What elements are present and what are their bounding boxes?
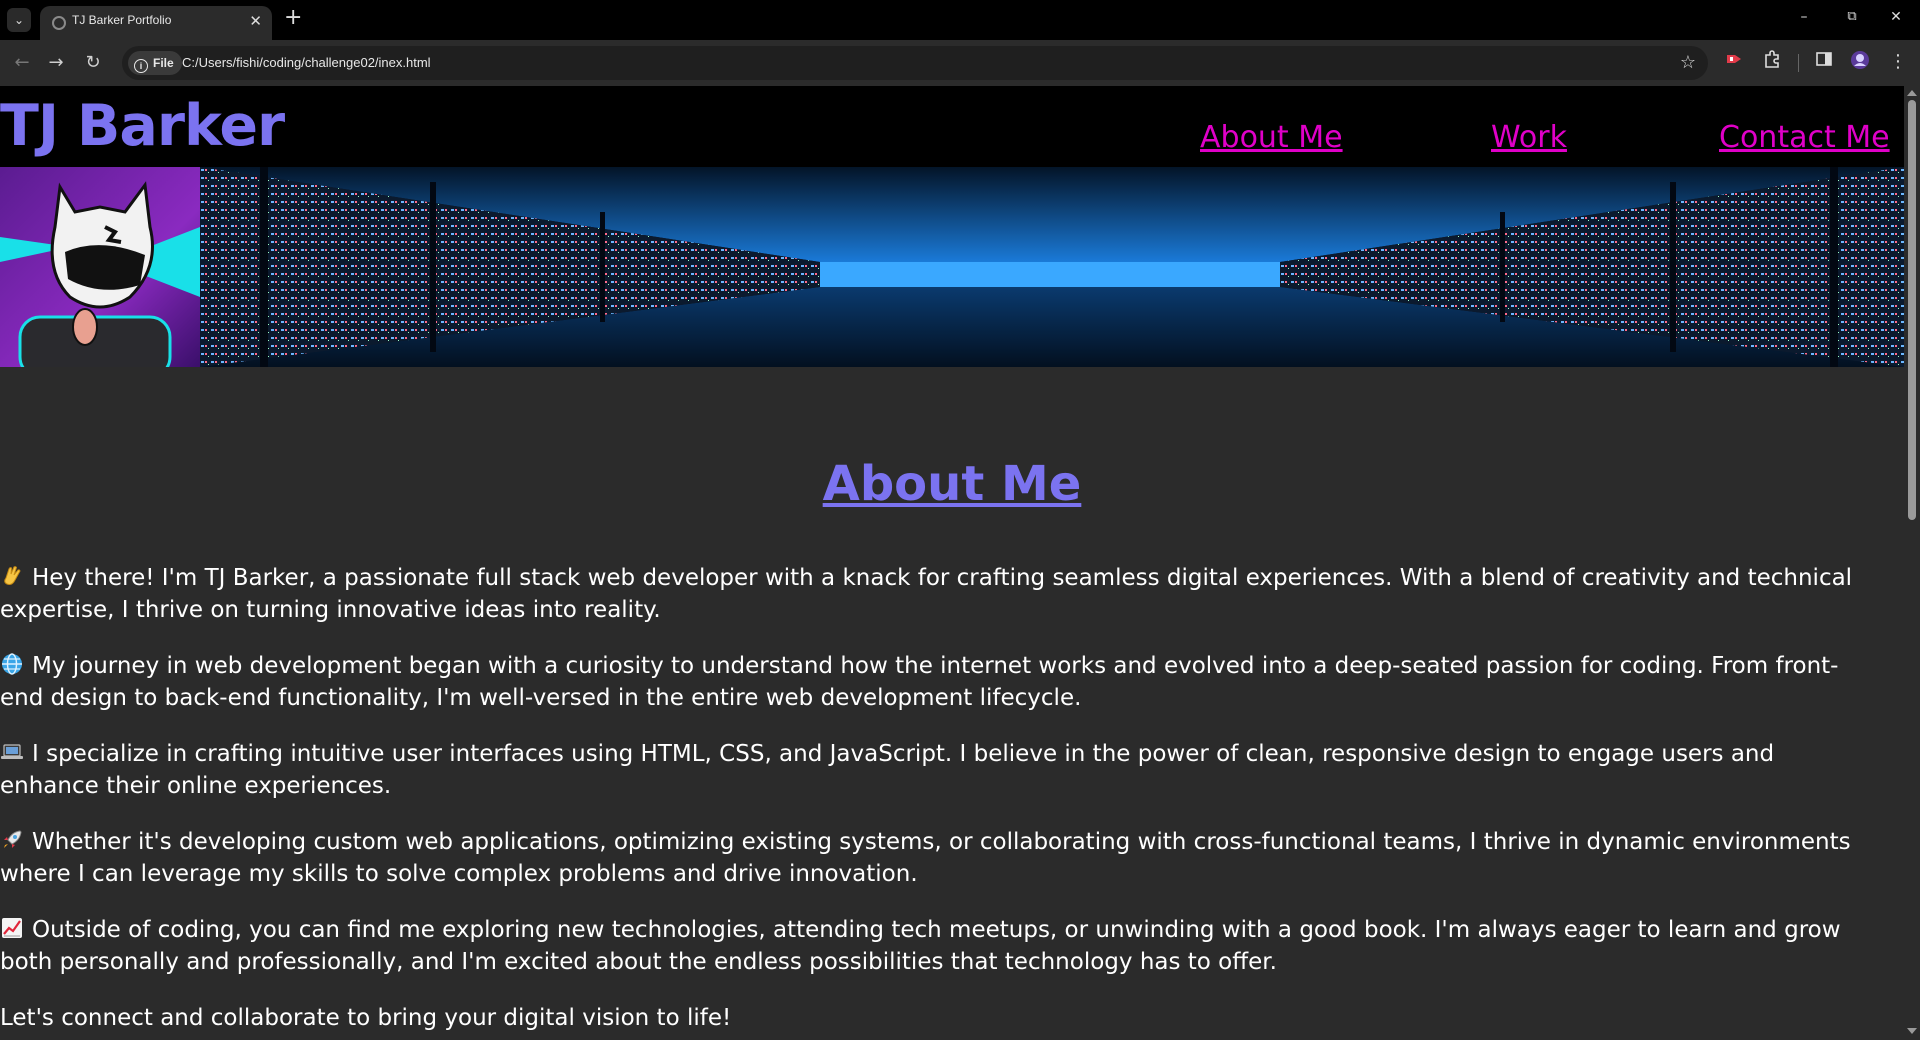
tab-title: TJ Barker Portfolio — [72, 13, 172, 27]
about-heading[interactable]: About Me — [0, 456, 1904, 512]
new-tab-plus-icon[interactable]: + — [284, 5, 302, 30]
paragraph-text: I specialize in crafting intuitive user … — [0, 741, 1775, 799]
paragraph-text: Let's connect and collaborate to bring y… — [0, 1005, 732, 1031]
kebab-menu-icon[interactable]: ⋮ — [1886, 50, 1910, 74]
server-room-image — [200, 167, 1904, 367]
nav-link-work[interactable]: Work — [1491, 120, 1567, 155]
toolbar-separator — [1798, 54, 1799, 72]
extensions-puzzle-icon[interactable] — [1760, 50, 1784, 74]
nav-link-contact-me[interactable]: Contact Me — [1719, 120, 1890, 155]
paragraph-text: Whether it's developing custom web appli… — [0, 829, 1851, 887]
restore-icon[interactable]: ⧉ — [1840, 9, 1864, 24]
side-panel-icon[interactable] — [1812, 50, 1836, 74]
address-bar[interactable]: i File C:/Users/fishi/coding/challenge02/… — [122, 46, 1708, 80]
site-title: TJ Barker — [0, 93, 285, 159]
tab-search-chevron-icon[interactable]: ⌄ — [7, 8, 31, 32]
bookmark-star-icon[interactable]: ☆ — [1680, 52, 1696, 73]
about-paragraph: I specialize in crafting intuitive user … — [0, 738, 1880, 802]
chart-increasing-icon — [0, 916, 24, 940]
browser-toolbar: ← → ↻ i File C:/Users/fishi/coding/challe… — [0, 40, 1920, 86]
scroll-up-arrow-icon[interactable] — [1907, 90, 1917, 96]
profile-avatar-icon[interactable] — [1848, 50, 1872, 74]
tab-close-icon[interactable]: ✕ — [249, 12, 262, 30]
browser-tab-bar: ⌄ TJ Barker Portfolio ✕ + – ⧉ ✕ — [0, 0, 1920, 40]
hero-banner — [0, 167, 1904, 367]
rocket-icon — [0, 828, 24, 852]
about-paragraph: Hey there! I'm TJ Barker, a passionate f… — [0, 562, 1880, 626]
close-window-icon[interactable]: ✕ — [1884, 9, 1908, 25]
site-info-chip[interactable]: i File — [128, 51, 182, 75]
about-paragraph: Outside of coding, you can find me explo… — [0, 914, 1880, 978]
nav-link-about-me[interactable]: About Me — [1200, 120, 1343, 155]
minimize-icon[interactable]: – — [1792, 9, 1816, 25]
globe-favicon-icon — [52, 16, 66, 30]
globe-icon — [0, 652, 24, 676]
site-header: TJ Barker About Me Work Contact Me — [0, 86, 1904, 167]
avatar-image — [0, 167, 200, 367]
info-icon: i — [134, 59, 148, 73]
about-paragraph: Let's connect and collaborate to bring y… — [0, 1002, 1880, 1034]
paragraph-text: My journey in web development began with… — [0, 653, 1839, 711]
web-page: TJ Barker About Me Work Contact Me About… — [0, 86, 1904, 1040]
browser-tab[interactable]: TJ Barker Portfolio ✕ — [40, 6, 272, 40]
scheme-label: File — [153, 56, 174, 70]
extension-red-icon[interactable] — [1722, 50, 1746, 74]
paragraph-text: Hey there! I'm TJ Barker, a passionate f… — [0, 565, 1853, 623]
about-paragraph: Whether it's developing custom web appli… — [0, 826, 1880, 890]
scrollbar-thumb[interactable] — [1908, 100, 1916, 520]
paragraph-text: Outside of coding, you can find me explo… — [0, 917, 1841, 975]
page-scrollbar[interactable] — [1904, 86, 1920, 1040]
scroll-down-arrow-icon[interactable] — [1907, 1028, 1917, 1034]
forward-arrow-icon[interactable]: → — [44, 51, 68, 75]
laptop-icon — [0, 740, 24, 764]
waving-hand-icon — [0, 564, 24, 588]
about-paragraph: My journey in web development began with… — [0, 650, 1880, 714]
reload-icon[interactable]: ↻ — [81, 51, 105, 75]
back-arrow-icon[interactable]: ← — [10, 51, 34, 75]
url-text[interactable]: C:/Users/fishi/coding/challenge02/inex.h… — [182, 55, 431, 70]
